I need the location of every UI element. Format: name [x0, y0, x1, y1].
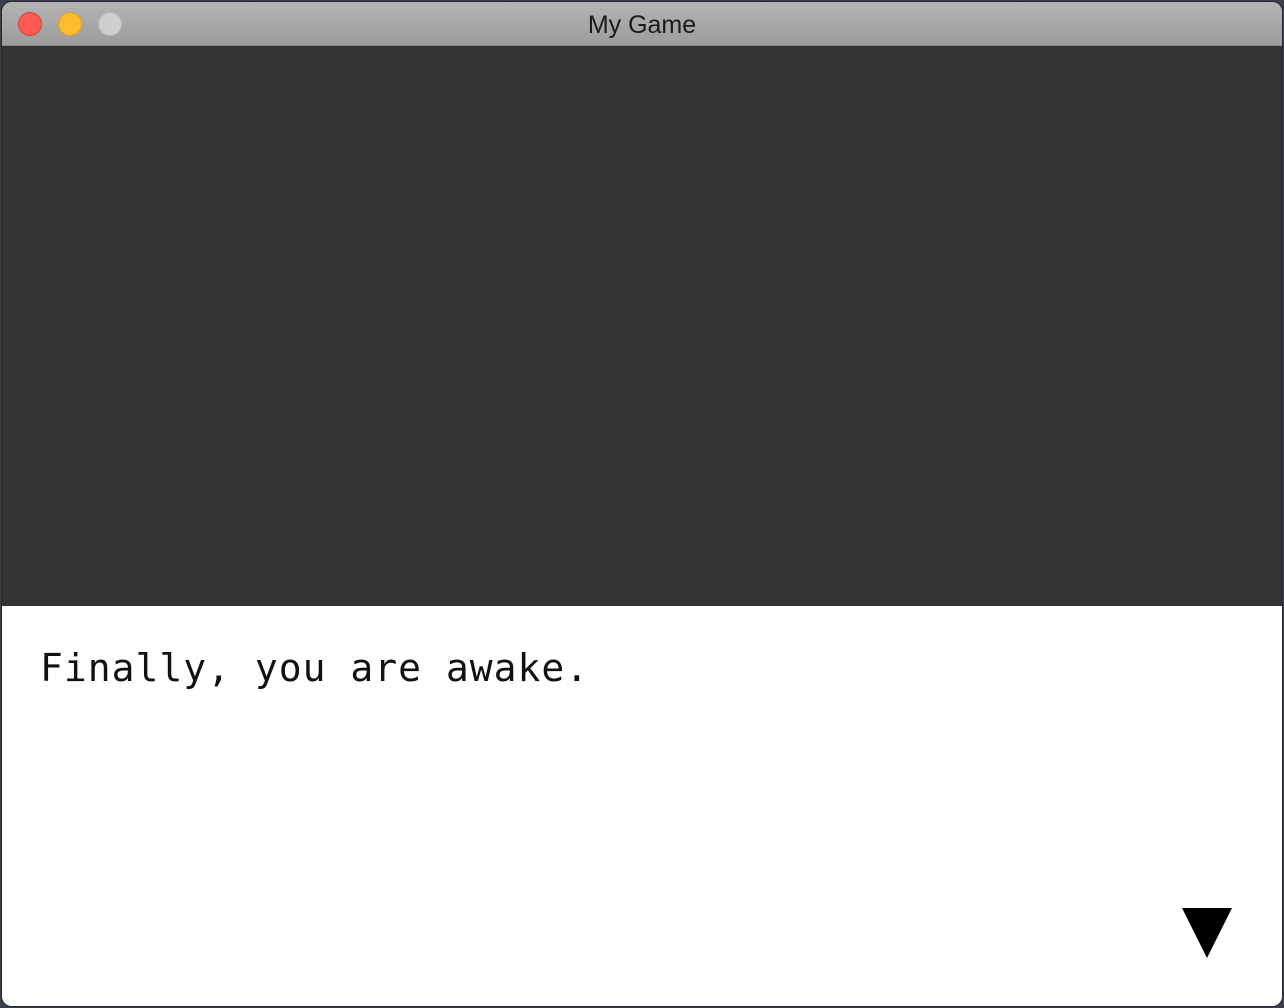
window-title: My Game [587, 11, 697, 39]
game-scene[interactable] [2, 46, 1282, 606]
dialog-box[interactable]: Finally, you are awake. [2, 606, 1282, 1006]
dialog-text: Finally, you are awake. [40, 646, 590, 690]
triangle-down-icon[interactable] [1182, 908, 1232, 958]
game-window: My Game Finally, you are awake. [2, 2, 1282, 1006]
title-bar[interactable]: My Game [2, 2, 1282, 46]
